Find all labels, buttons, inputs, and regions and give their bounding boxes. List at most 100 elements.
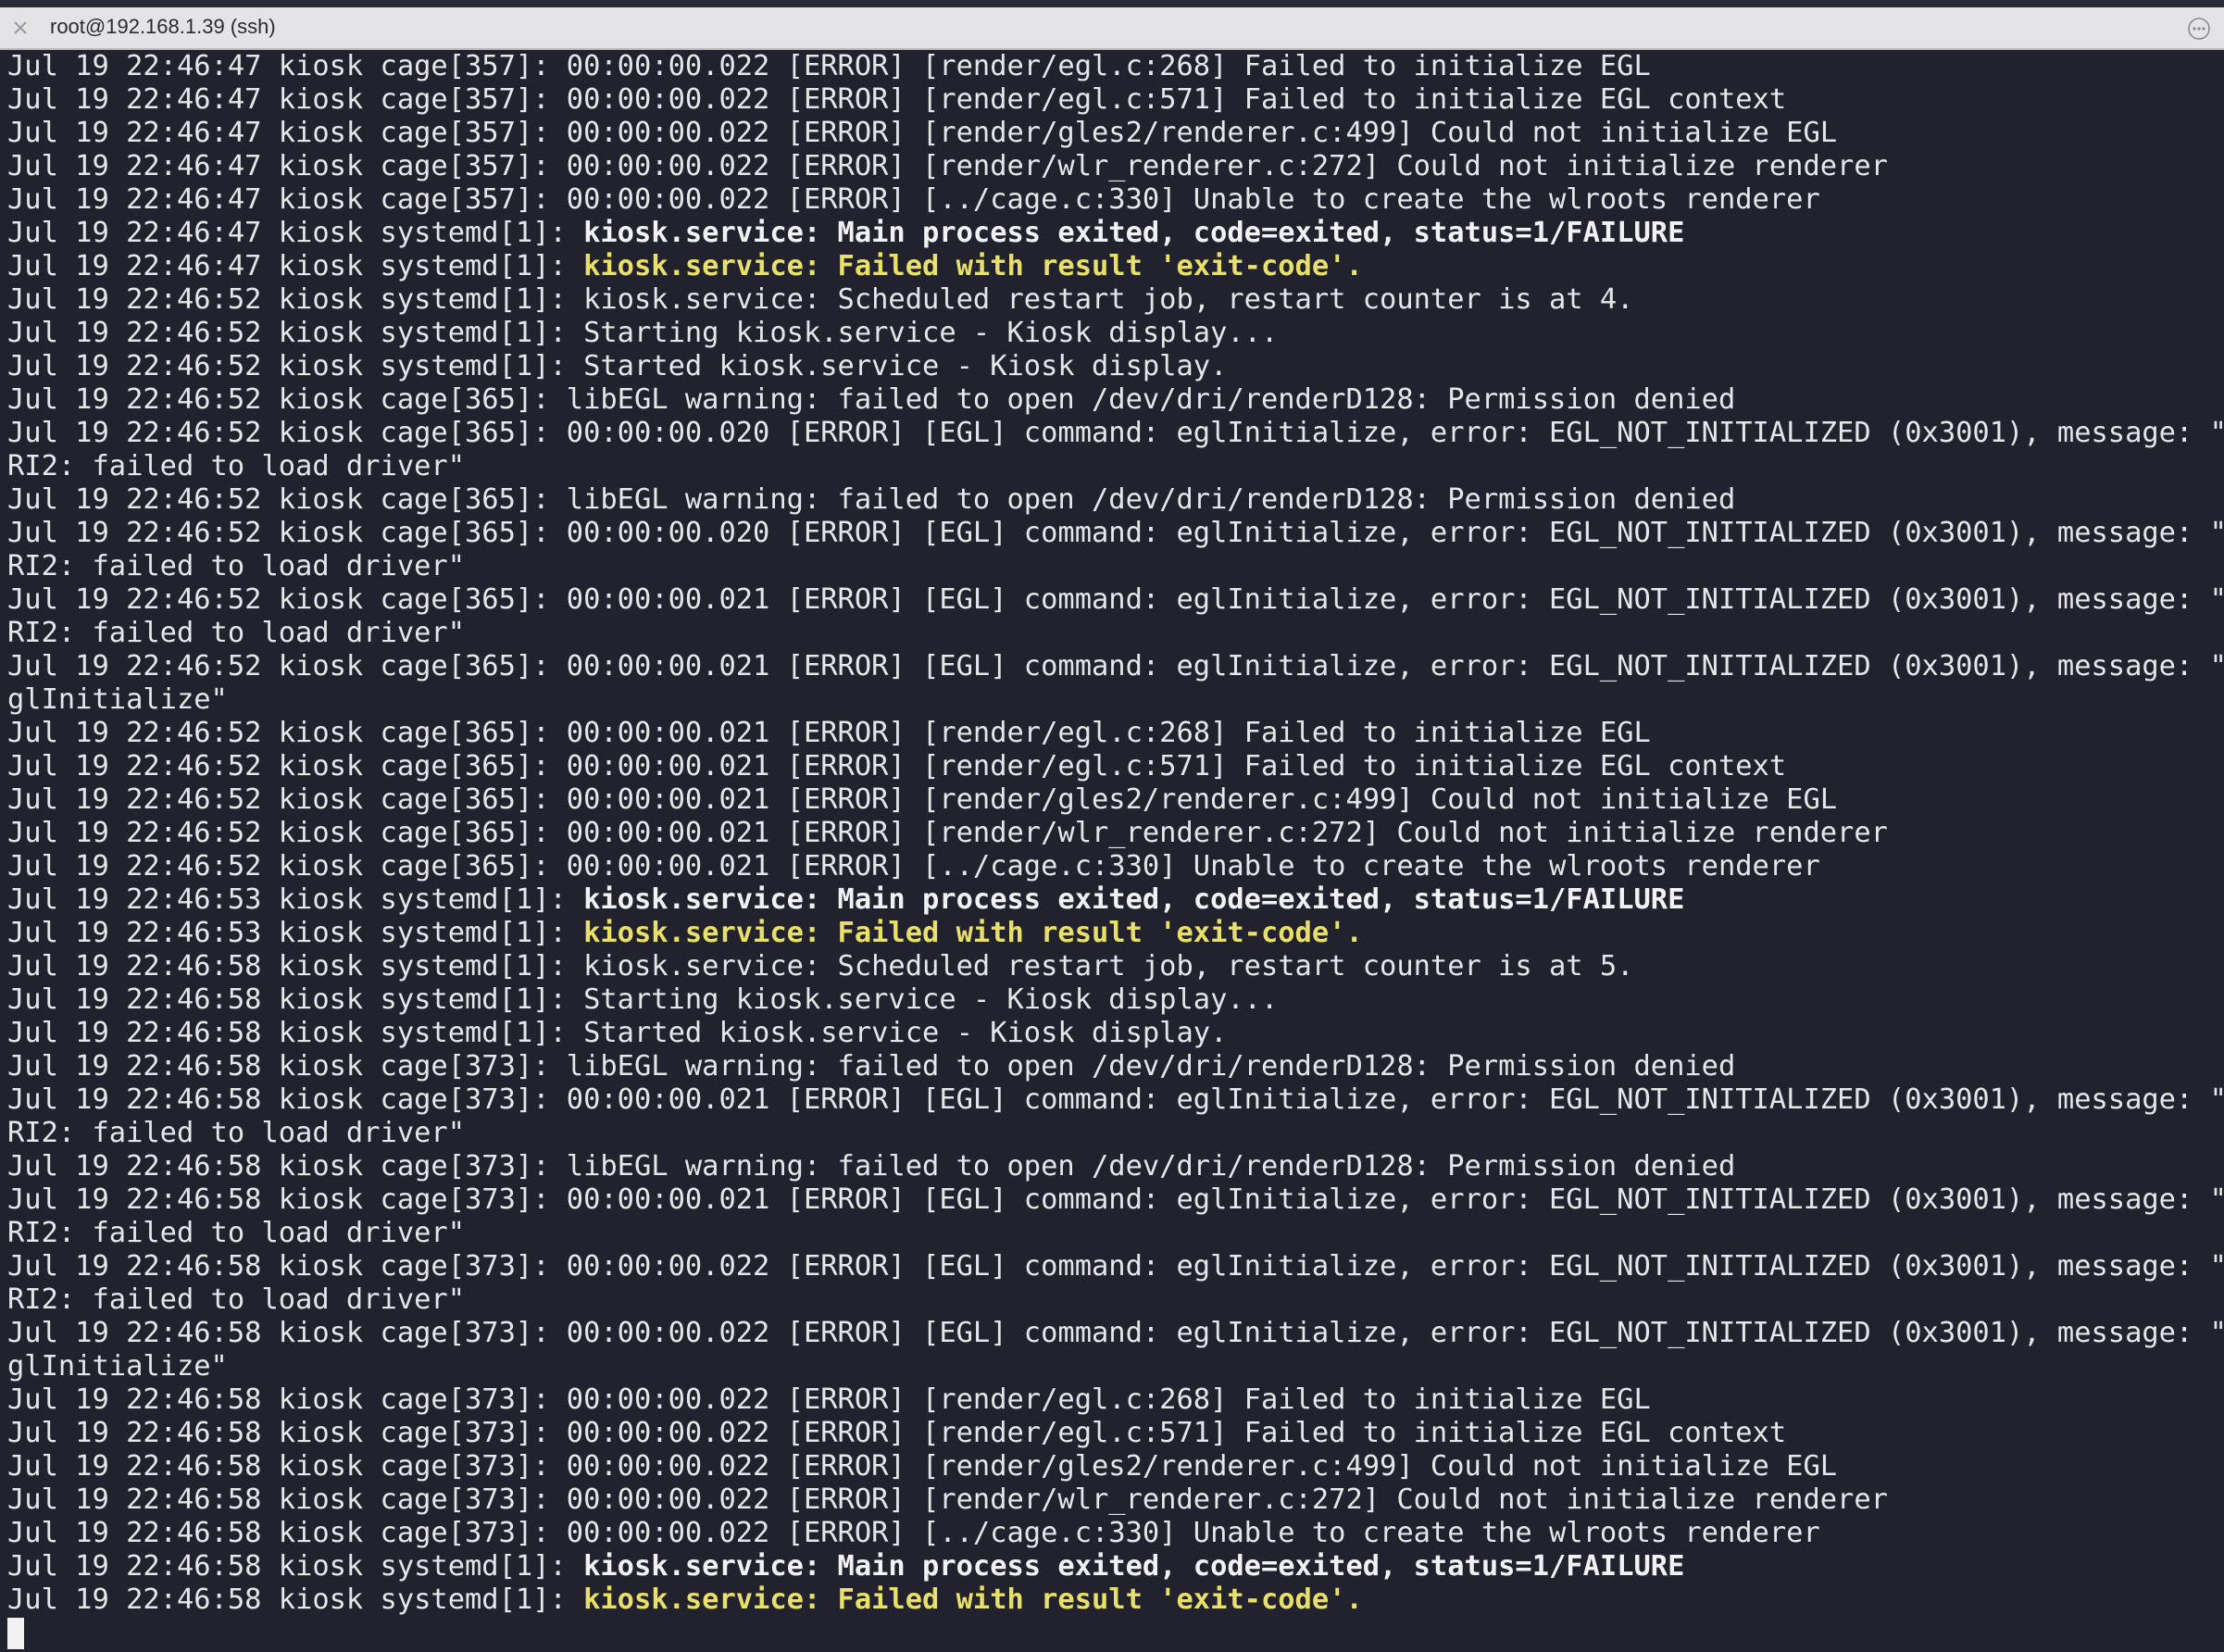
terminal-line: Jul 19 22:46:58 kiosk cage[373]: 00:00:0… (7, 1383, 2224, 1417)
terminal-line: Jul 19 22:46:58 kiosk systemd[1]: kiosk.… (7, 1550, 2224, 1583)
log-text: Jul 19 22:46:58 kiosk cage[373]: 00:00:0… (7, 1517, 1820, 1549)
terminal-line: Jul 19 22:46:58 kiosk cage[373]: 00:00:0… (7, 1517, 2224, 1550)
terminal-line: RI2: failed to load driver" (7, 1117, 2224, 1150)
terminal-line: Jul 19 22:46:52 kiosk cage[365]: 00:00:0… (7, 717, 2224, 750)
log-text: RI2: failed to load driver" (7, 550, 466, 582)
log-text: Jul 19 22:46:58 kiosk cage[373]: libEGL … (7, 1050, 1736, 1083)
terminal-line: Jul 19 22:46:47 kiosk cage[357]: 00:00:0… (7, 83, 2224, 117)
terminal-line: RI2: failed to load driver" (7, 450, 2224, 483)
terminal-window: root@192.168.1.39 (ssh) Jul 19 22:46:47 … (0, 0, 2224, 1652)
log-text: Jul 19 22:46:52 kiosk cage[365]: libEGL … (7, 483, 1736, 516)
log-text: Jul 19 22:46:47 kiosk cage[357]: 00:00:0… (7, 150, 1888, 182)
terminal-line: Jul 19 22:46:52 kiosk cage[365]: libEGL … (7, 483, 2224, 517)
terminal-line: Jul 19 22:46:52 kiosk systemd[1]: Starti… (7, 317, 2224, 350)
log-text: Jul 19 22:46:47 kiosk systemd[1]: (7, 217, 584, 249)
log-text: glInitialize" (7, 683, 228, 716)
log-highlight-bold: kiosk.service: Main process exited, code… (583, 217, 1685, 249)
terminal-line: glInitialize" (7, 683, 2224, 717)
log-text: Jul 19 22:46:58 kiosk cage[373]: 00:00:0… (7, 1483, 1888, 1516)
terminal-line: Jul 19 22:46:52 kiosk cage[365]: libEGL … (7, 383, 2224, 417)
terminal-line: Jul 19 22:46:52 kiosk cage[365]: 00:00:0… (7, 750, 2224, 783)
terminal-line: Jul 19 22:46:52 kiosk cage[365]: 00:00:0… (7, 817, 2224, 850)
terminal-line: Jul 19 22:46:58 kiosk cage[373]: 00:00:0… (7, 1417, 2224, 1450)
terminal-line: Jul 19 22:46:58 kiosk systemd[1]: kiosk.… (7, 950, 2224, 983)
prompt-line[interactable] (7, 1617, 2224, 1650)
log-text: RI2: failed to load driver" (7, 1217, 466, 1249)
text-cursor (7, 1618, 24, 1649)
log-text: Jul 19 22:46:47 kiosk cage[357]: 00:00:0… (7, 183, 1820, 216)
terminal-line: Jul 19 22:46:58 kiosk cage[373]: libEGL … (7, 1150, 2224, 1183)
terminal-line: Jul 19 22:46:58 kiosk cage[373]: 00:00:0… (7, 1317, 2224, 1350)
log-highlight-warning: kiosk.service: Failed with result 'exit-… (583, 250, 1363, 282)
terminal-line: Jul 19 22:46:52 kiosk cage[365]: 00:00:0… (7, 417, 2224, 450)
terminal-line: Jul 19 22:46:53 kiosk systemd[1]: kiosk.… (7, 917, 2224, 950)
log-highlight-bold: kiosk.service: Main process exited, code… (583, 1550, 1685, 1583)
log-text: Jul 19 22:46:58 kiosk cage[373]: 00:00:0… (7, 1383, 1651, 1416)
terminal-line: RI2: failed to load driver" (7, 1217, 2224, 1250)
terminal-output[interactable]: Jul 19 22:46:47 kiosk cage[357]: 00:00:0… (0, 50, 2224, 1652)
log-text: RI2: failed to load driver" (7, 1117, 466, 1149)
terminal-line: Jul 19 22:46:52 kiosk cage[365]: 00:00:0… (7, 783, 2224, 817)
terminal-line: Jul 19 22:46:47 kiosk cage[357]: 00:00:0… (7, 150, 2224, 183)
terminal-line: Jul 19 22:46:47 kiosk systemd[1]: kiosk.… (7, 250, 2224, 283)
terminal-line: Jul 19 22:46:47 kiosk cage[357]: 00:00:0… (7, 50, 2224, 83)
terminal-line: Jul 19 22:46:58 kiosk systemd[1]: Starte… (7, 1017, 2224, 1050)
terminal-line: RI2: failed to load driver" (7, 550, 2224, 583)
log-text: Jul 19 22:46:52 kiosk cage[365]: 00:00:0… (7, 783, 1838, 816)
log-text: Jul 19 22:46:52 kiosk systemd[1]: kiosk.… (7, 283, 1634, 316)
log-text: Jul 19 22:46:47 kiosk cage[357]: 00:00:0… (7, 83, 1787, 116)
terminal-line: Jul 19 22:46:53 kiosk systemd[1]: kiosk.… (7, 883, 2224, 917)
log-text: Jul 19 22:46:58 kiosk cage[373]: 00:00:0… (7, 1417, 1787, 1449)
log-text: Jul 19 22:46:58 kiosk cage[373]: 00:00:0… (7, 1317, 2224, 1349)
log-text: Jul 19 22:46:53 kiosk systemd[1]: (7, 883, 584, 916)
terminal-line: Jul 19 22:46:52 kiosk cage[365]: 00:00:0… (7, 850, 2224, 883)
log-text: RI2: failed to load driver" (7, 617, 466, 649)
log-text: Jul 19 22:46:52 kiosk cage[365]: libEGL … (7, 383, 1736, 416)
log-text: Jul 19 22:46:58 kiosk systemd[1]: kiosk.… (7, 950, 1634, 982)
terminal-line: Jul 19 22:46:58 kiosk cage[373]: 00:00:0… (7, 1483, 2224, 1517)
terminal-line: RI2: failed to load driver" (7, 1283, 2224, 1317)
log-text: Jul 19 22:46:52 kiosk cage[365]: 00:00:0… (7, 717, 1651, 749)
log-text: Jul 19 22:46:58 kiosk cage[373]: 00:00:0… (7, 1083, 2224, 1116)
log-text: Jul 19 22:46:52 kiosk cage[365]: 00:00:0… (7, 850, 1820, 882)
terminal-line: Jul 19 22:46:47 kiosk systemd[1]: kiosk.… (7, 217, 2224, 250)
log-text: Jul 19 22:46:47 kiosk cage[357]: 00:00:0… (7, 117, 1838, 149)
terminal-line: Jul 19 22:46:52 kiosk systemd[1]: Starte… (7, 350, 2224, 383)
log-text: Jul 19 22:46:52 kiosk cage[365]: 00:00:0… (7, 417, 2224, 449)
log-text: Jul 19 22:46:52 kiosk cage[365]: 00:00:0… (7, 583, 2224, 616)
log-highlight-warning: kiosk.service: Failed with result 'exit-… (583, 917, 1363, 949)
title-bar[interactable]: root@192.168.1.39 (ssh) (0, 7, 2224, 50)
log-text: Jul 19 22:46:52 kiosk systemd[1]: Starti… (7, 317, 1279, 349)
log-text: Jul 19 22:46:58 kiosk systemd[1]: (7, 1583, 584, 1616)
log-text: Jul 19 22:46:58 kiosk systemd[1]: (7, 1550, 584, 1583)
log-highlight-bold: kiosk.service: Main process exited, code… (583, 883, 1685, 916)
log-text: RI2: failed to load driver" (7, 450, 466, 482)
log-text: Jul 19 22:46:58 kiosk cage[373]: 00:00:0… (7, 1183, 2224, 1216)
window-title: root@192.168.1.39 (ssh) (50, 15, 276, 38)
log-text: Jul 19 22:46:52 kiosk cage[365]: 00:00:0… (7, 517, 2224, 549)
terminal-line: Jul 19 22:46:52 kiosk cage[365]: 00:00:0… (7, 583, 2224, 617)
log-text: glInitialize" (7, 1350, 228, 1383)
terminal-line: Jul 19 22:46:52 kiosk cage[365]: 00:00:0… (7, 650, 2224, 683)
terminal-line: Jul 19 22:46:58 kiosk systemd[1]: kiosk.… (7, 1583, 2224, 1617)
terminal-line: Jul 19 22:46:58 kiosk systemd[1]: Starti… (7, 983, 2224, 1017)
terminal-line: Jul 19 22:46:58 kiosk cage[373]: 00:00:0… (7, 1250, 2224, 1283)
terminal-line: Jul 19 22:46:52 kiosk cage[365]: 00:00:0… (7, 517, 2224, 550)
terminal-line: Jul 19 22:46:58 kiosk cage[373]: libEGL … (7, 1050, 2224, 1083)
window-top-edge (0, 0, 2224, 7)
log-text: Jul 19 22:46:53 kiosk systemd[1]: (7, 917, 584, 949)
terminal-line: Jul 19 22:46:47 kiosk cage[357]: 00:00:0… (7, 117, 2224, 150)
log-text: Jul 19 22:46:52 kiosk cage[365]: 00:00:0… (7, 750, 1787, 782)
terminal-line: Jul 19 22:46:52 kiosk systemd[1]: kiosk.… (7, 283, 2224, 317)
more-options-icon[interactable] (2187, 17, 2211, 41)
log-text: Jul 19 22:46:47 kiosk systemd[1]: (7, 250, 584, 282)
log-text: Jul 19 22:46:52 kiosk cage[365]: 00:00:0… (7, 817, 1888, 849)
log-text: Jul 19 22:46:58 kiosk cage[373]: libEGL … (7, 1150, 1736, 1183)
log-text: Jul 19 22:46:52 kiosk cage[365]: 00:00:0… (7, 650, 2224, 682)
terminal-line: glInitialize" (7, 1350, 2224, 1383)
log-text: Jul 19 22:46:58 kiosk systemd[1]: Starti… (7, 983, 1279, 1016)
terminal-line: Jul 19 22:46:58 kiosk cage[373]: 00:00:0… (7, 1183, 2224, 1217)
terminal-line: Jul 19 22:46:58 kiosk cage[373]: 00:00:0… (7, 1450, 2224, 1483)
log-text: Jul 19 22:46:58 kiosk systemd[1]: Starte… (7, 1017, 1228, 1049)
close-icon[interactable] (11, 19, 30, 37)
